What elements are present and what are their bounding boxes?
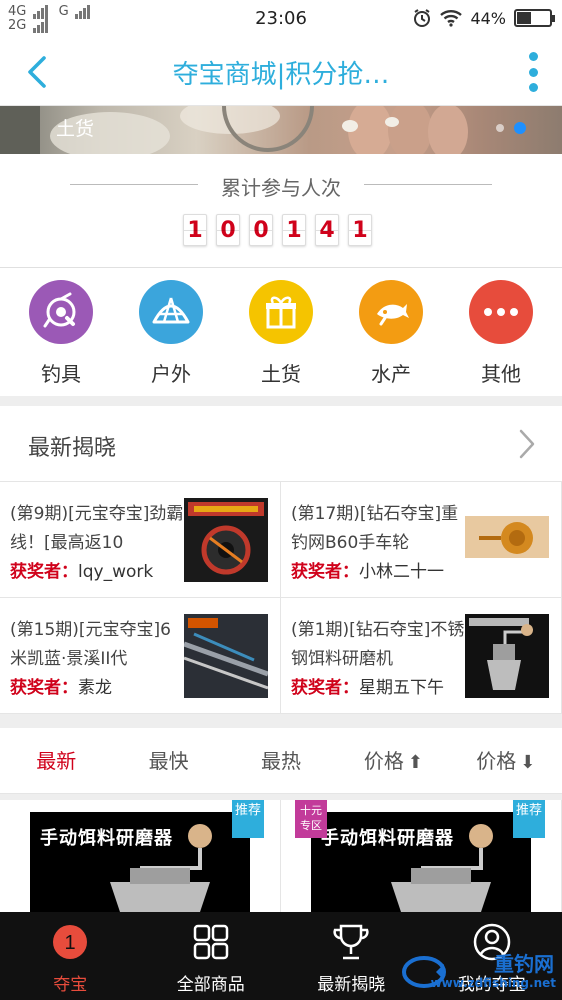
winner-name: 小林二十一: [359, 562, 444, 582]
tab-label: 最快: [148, 749, 189, 773]
reveal-item[interactable]: (第15期)[元宝夺宝]6米凯蓝·景溪II代 获奖者：素龙: [0, 598, 281, 714]
counter-digits: 1 0 0 1 4 1: [183, 214, 372, 246]
tab-newest[interactable]: 最新: [0, 728, 112, 793]
section-divider: [0, 714, 562, 728]
latest-reveal-grid: (第9期)[元宝夺宝]劲霸线！[最高返10 获奖者：lqy_work (第17期…: [0, 482, 562, 714]
category-local-goods[interactable]: 土货: [231, 268, 331, 396]
item-name: (第1期)[钻石夺宝]不锈钢饵料研磨机: [291, 620, 465, 669]
battery-percent: 44%: [470, 8, 506, 28]
product-thumbnail: [465, 498, 549, 582]
nav-treasure[interactable]: 1 夺宝: [0, 912, 141, 1000]
tab-label: 价格: [363, 749, 404, 773]
category-fishing-gear[interactable]: 钓具: [11, 268, 111, 396]
gift-icon: [249, 280, 313, 344]
ten-yuan-zone-badge: 十元专区: [295, 800, 327, 838]
category-label: 户外: [151, 362, 191, 386]
watermark-url: www.zdfishing.net: [430, 976, 556, 990]
status-bar: 4G G 2G 23:06 44%: [0, 0, 562, 38]
reveal-item[interactable]: (第1期)[钻石夺宝]不锈钢饵料研磨机 获奖者：星期五下午: [281, 598, 562, 714]
nav-all-products[interactable]: 全部商品: [141, 912, 282, 1000]
arrow-up-icon: ⬆: [407, 752, 423, 773]
winner-label: 获奖者：: [10, 562, 78, 582]
arrow-down-icon: ⬇: [520, 752, 536, 773]
product-image: 手动饵料研磨器: [311, 812, 531, 912]
nav-label: 全部商品: [176, 975, 245, 995]
tab-label: 最热: [261, 749, 302, 773]
winner-label: 获奖者：: [10, 678, 78, 698]
fish-icon: [359, 280, 423, 344]
more-menu-icon[interactable]: [526, 52, 540, 92]
battery-level: [517, 12, 532, 24]
chevron-right-icon[interactable]: [518, 428, 536, 460]
product-image: 手动饵料研磨器: [30, 812, 250, 912]
page-title: 夺宝商城|积分抢…: [172, 60, 390, 90]
recommended-badge: 推荐: [232, 800, 264, 838]
item-name: (第15期)[元宝夺宝]6米凯蓝·景溪II代: [10, 620, 171, 669]
item-name: (第9期)[元宝夺宝]劲霸线！[最高返10: [10, 504, 184, 553]
product-thumbnail: [184, 498, 268, 582]
trophy-icon: [333, 924, 369, 960]
counter-digit: 0: [249, 214, 273, 246]
winner-name: 星期五下午: [359, 678, 444, 698]
reveal-item[interactable]: (第17期)[钻石夺宝]重钓网B60手车轮 获奖者：小林二十一: [281, 482, 562, 598]
counter-title: 累计参与人次: [221, 176, 341, 200]
counter-digit: 4: [315, 214, 339, 246]
tab-label: 最新: [36, 749, 77, 773]
counter-digit: 1: [348, 214, 372, 246]
alarm-icon: [414, 9, 431, 27]
category-row: 钓具 户外 土货 水产 其他: [0, 268, 562, 396]
banner-carousel[interactable]: 土货: [0, 106, 562, 154]
section-divider: [0, 396, 562, 406]
counter-digit: 1: [183, 214, 207, 246]
category-other[interactable]: 其他: [451, 268, 551, 396]
carousel-dot-active: [514, 122, 526, 134]
product-card[interactable]: 手动饵料研磨器 十元专区 推荐: [281, 800, 562, 912]
category-label: 其他: [481, 362, 521, 386]
battery-icon: [514, 9, 555, 27]
tab-fastest[interactable]: 最快: [112, 728, 224, 793]
tab-hottest[interactable]: 最热: [225, 728, 337, 793]
more-dots-icon: [469, 280, 533, 344]
product-card[interactable]: 手动饵料研磨器 推荐: [0, 800, 281, 912]
category-label: 钓具: [41, 362, 81, 386]
badge-one-icon: 1: [53, 925, 88, 959]
category-aquatic[interactable]: 水产: [341, 268, 441, 396]
tab-label: 价格: [476, 749, 517, 773]
app-header: 夺宝商城|积分抢…: [0, 38, 562, 106]
section-title: 最新揭晓: [28, 436, 117, 461]
counter-digit: 0: [216, 214, 240, 246]
nav-badge-count: 1: [65, 932, 76, 954]
product-list: 手动饵料研磨器 推荐 手动饵料研磨器 十元专区 推荐: [0, 800, 562, 912]
wifi-icon: [440, 10, 463, 27]
product-thumbnail: [184, 614, 268, 698]
tent-icon: [139, 280, 203, 344]
winner-name: 素龙: [78, 678, 112, 698]
winner-label: 获奖者：: [291, 562, 359, 582]
banner-caption: 土货: [56, 118, 95, 140]
recommended-badge: 推荐: [513, 800, 545, 838]
counter-digit: 1: [282, 214, 306, 246]
watermark-text: 重钓网: [494, 952, 554, 976]
sort-tabs: 最新 最快 最热 价格 ⬆ 价格 ⬇: [0, 728, 562, 794]
latest-reveal-header[interactable]: 最新揭晓: [0, 406, 562, 482]
back-arrow-icon[interactable]: [18, 52, 58, 92]
nav-label: 夺宝: [53, 975, 88, 995]
reveal-item[interactable]: (第9期)[元宝夺宝]劲霸线！[最高返10 获奖者：lqy_work: [0, 482, 281, 598]
category-outdoor[interactable]: 户外: [121, 268, 221, 396]
tab-price-asc[interactable]: 价格 ⬆: [337, 728, 449, 793]
winner-label: 获奖者：: [291, 678, 359, 698]
item-name: (第17期)[钻石夺宝]重钓网B60手车轮: [291, 504, 459, 553]
category-label: 土货: [261, 362, 301, 386]
grid-icon: [193, 924, 228, 960]
divider: [364, 184, 492, 185]
winner-name: lqy_work: [78, 562, 154, 582]
participation-counter: 累计参与人次 1 0 0 1 4 1: [0, 154, 562, 268]
carousel-dot: [496, 124, 504, 132]
product-thumbnail: [465, 614, 549, 698]
fishing-reel-icon: [29, 280, 93, 344]
category-label: 水产: [371, 362, 411, 386]
tab-price-desc[interactable]: 价格 ⬇: [450, 728, 562, 793]
